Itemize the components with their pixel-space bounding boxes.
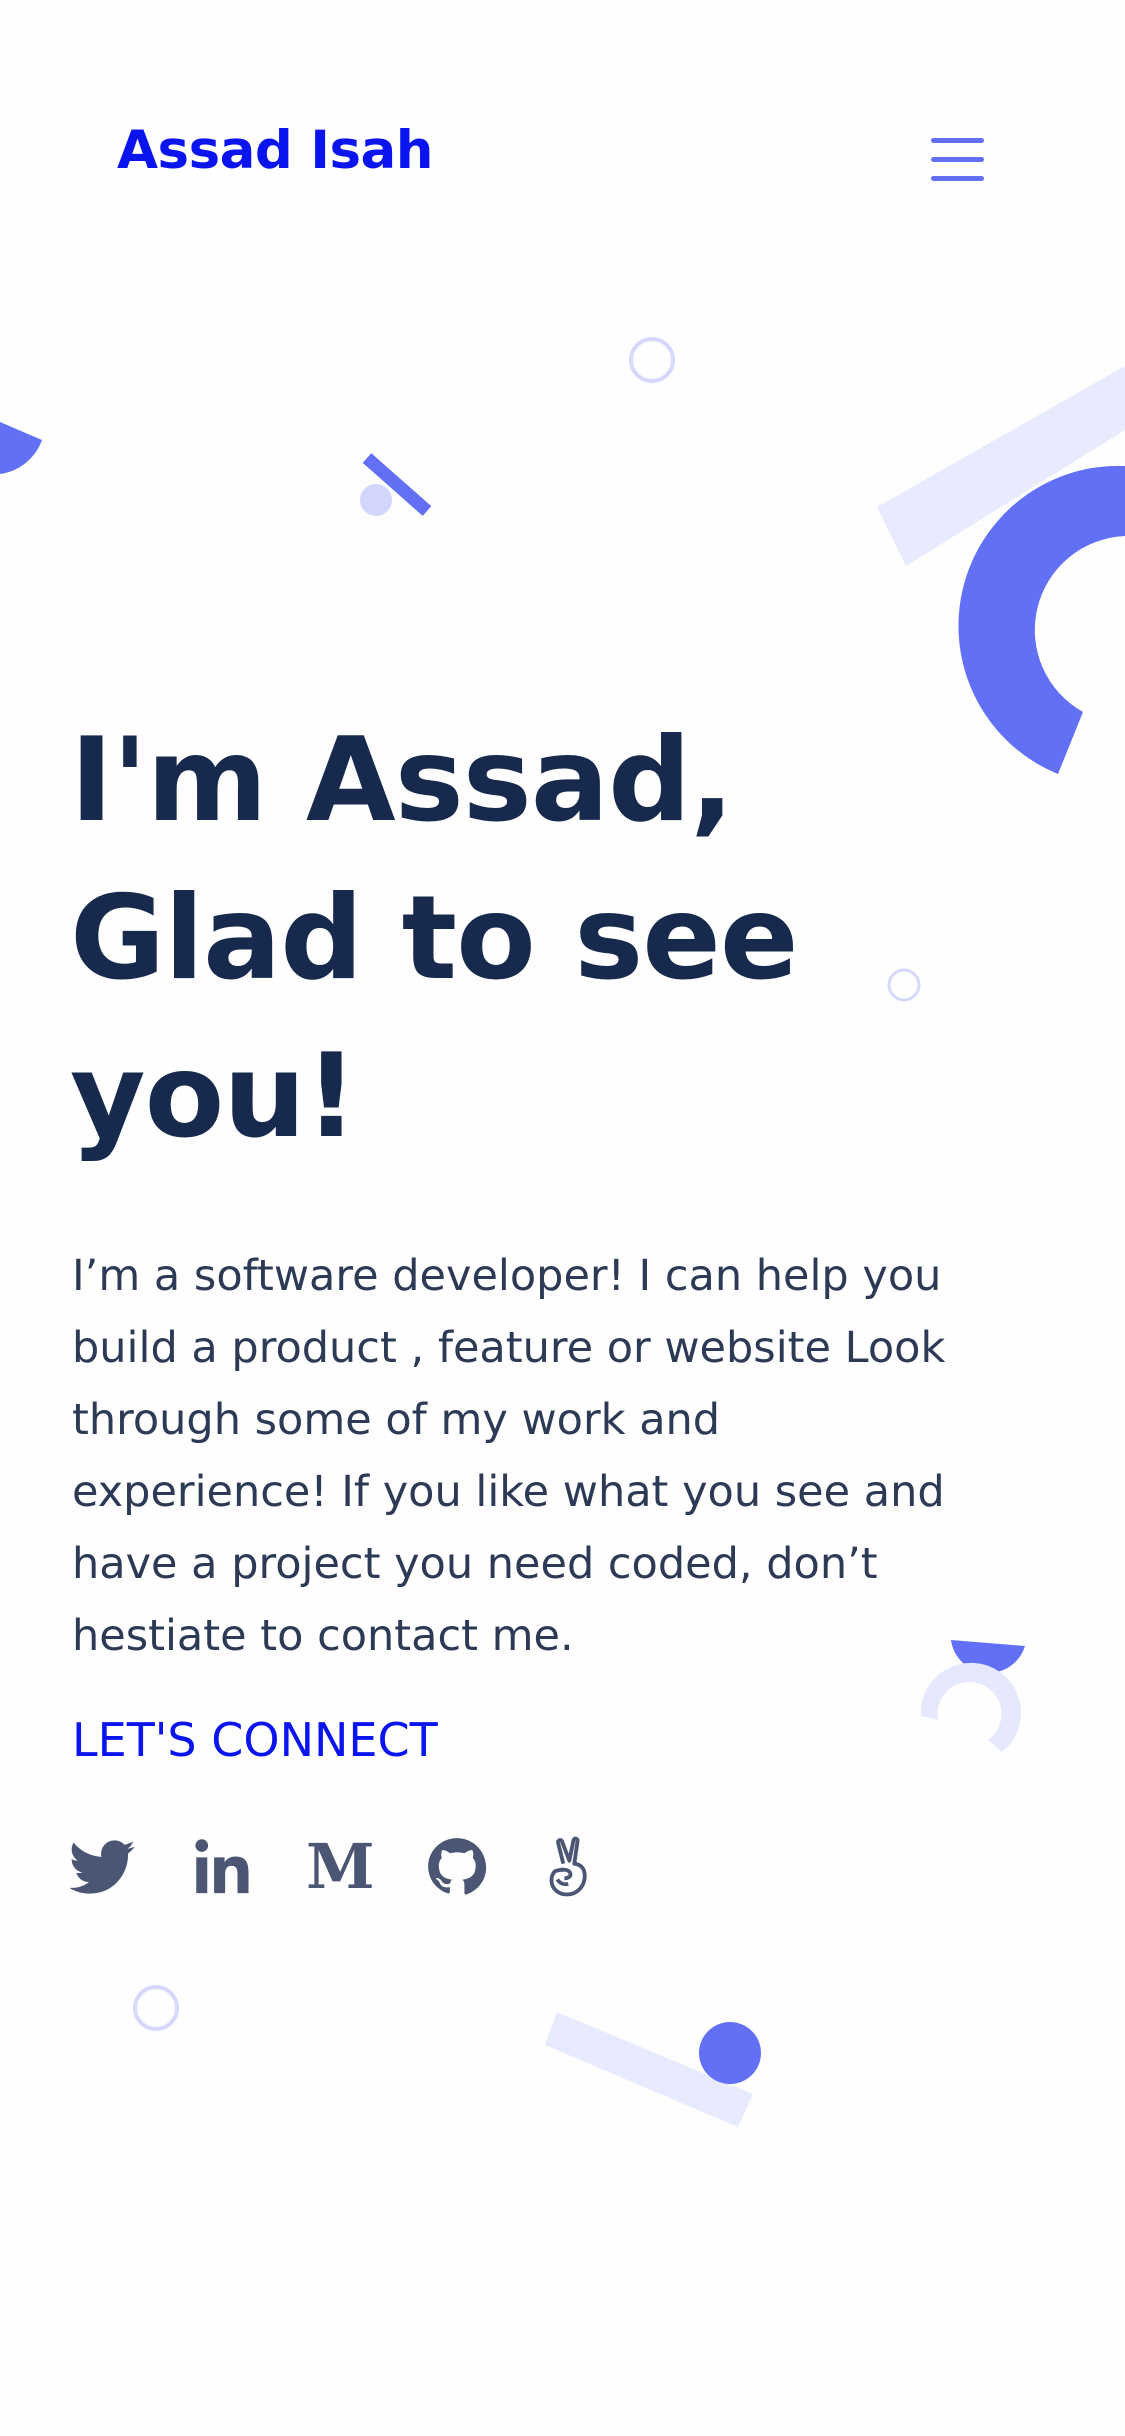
deco-ring <box>629 337 675 383</box>
medium-icon[interactable]: M <box>306 1830 375 1903</box>
hamburger-menu-icon[interactable] <box>928 138 990 182</box>
hero-title-line: Glad to see <box>70 871 799 1006</box>
intro-paragraph: I’m a software developer! I can help you… <box>72 1240 1052 1672</box>
intro-line: I’m a software developer! I can help you <box>72 1251 942 1301</box>
deco-dot <box>699 2022 761 2084</box>
intro-line: have a project you need coded, don’t <box>72 1539 878 1589</box>
lets-connect-link[interactable]: LET'S CONNECT <box>72 1710 438 1770</box>
deco-half-disc <box>0 422 42 474</box>
deco-dot <box>360 484 392 516</box>
intro-line: experience! If you like what you see and <box>72 1467 945 1517</box>
site-logo[interactable]: Assad Isah <box>117 124 434 177</box>
github-icon[interactable] <box>424 1834 490 1900</box>
hero-title: I'm Assad, Glad to see you! <box>70 702 1020 1176</box>
intro-line: build a product , feature or website Loo… <box>72 1323 946 1373</box>
linkedin-icon[interactable] <box>188 1834 254 1900</box>
medium-glyph: M <box>306 1830 375 1903</box>
deco-arc <box>920 1662 1021 1752</box>
deco-ring <box>133 1985 179 2031</box>
hero-title-line: I'm Assad, <box>70 713 734 848</box>
page: Assad Isah I'm Assad, Glad to see you! I… <box>0 0 1125 2436</box>
decorative-shapes <box>0 337 1125 2127</box>
hero-title-line: you! <box>70 1029 358 1164</box>
intro-line: hestiate to contact me. <box>72 1611 574 1661</box>
intro-line: through some of my work and <box>72 1395 721 1445</box>
angellist-icon[interactable] <box>538 1834 604 1900</box>
twitter-icon[interactable] <box>70 1834 136 1900</box>
